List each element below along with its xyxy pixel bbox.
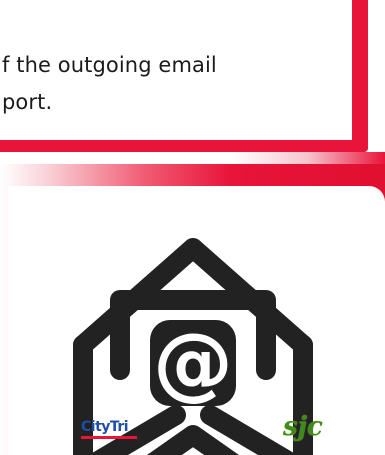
svg-text:@: @: [153, 316, 233, 409]
info-text-line-2: port.: [2, 90, 53, 114]
info-text: f the outgoing email port.: [2, 47, 362, 121]
page: f the outgoing email port. @ CityTri sjc: [0, 0, 385, 455]
citytri-logo-underline: [81, 436, 137, 439]
info-text-line-1: f the outgoing email: [2, 53, 217, 77]
email-icon-card: @: [8, 186, 385, 455]
citytri-logo-text: CityTri: [81, 419, 129, 435]
sjc-logo-text: sjc: [283, 412, 323, 442]
citytri-logo: CityTri: [81, 420, 137, 439]
sjc-logo: sjc: [283, 414, 323, 440]
accent-stripe: [0, 152, 385, 164]
info-text-card: f the outgoing email port.: [0, 0, 368, 152]
